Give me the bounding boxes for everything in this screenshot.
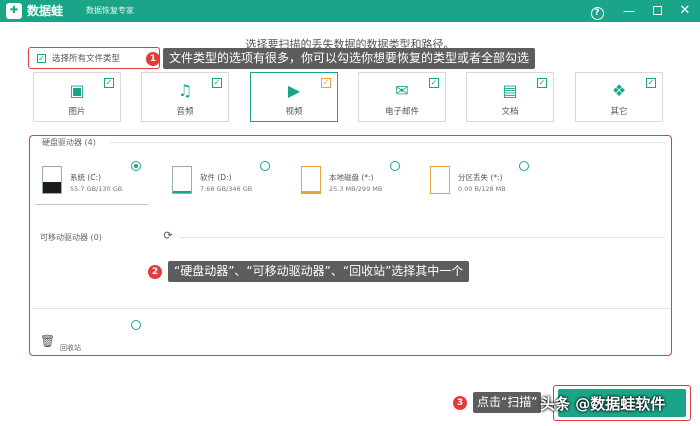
- divider: [31, 308, 670, 309]
- app-logo-icon: ✚: [6, 3, 22, 19]
- other-icon: ❖: [611, 81, 627, 100]
- drive-icon: [172, 166, 192, 194]
- app-subtitle: 数据恢复专家: [86, 6, 134, 15]
- file-type-video[interactable]: ▶ 视频 ✓: [250, 72, 338, 122]
- video-icon: ▶: [287, 81, 301, 100]
- file-type-image[interactable]: ▣ 图片 ✓: [33, 72, 121, 122]
- trash-icon[interactable]: 🗑: [40, 334, 55, 348]
- removable-drives-label: 可移动驱动器 (0): [40, 233, 102, 242]
- hard-drives-label: 硬盘驱动器 (4): [42, 138, 96, 147]
- drive-d-radio[interactable]: [260, 161, 270, 171]
- drive-local-radio[interactable]: [390, 161, 400, 171]
- app-name: 数据蛙: [27, 4, 64, 18]
- annotation-badge-2: 2: [148, 265, 162, 279]
- file-type-document[interactable]: ▤ 文档 ✓: [466, 72, 554, 122]
- close-icon: ✕: [679, 3, 691, 18]
- selected-underline: [36, 204, 148, 205]
- select-all-checkbox[interactable]: ✓ 选择所有文件类型: [28, 47, 160, 69]
- file-type-label: 电子邮件: [384, 107, 419, 117]
- file-type-label: 其它: [610, 107, 628, 117]
- maximize-icon: [652, 6, 662, 15]
- checkbox-icon[interactable]: ✓: [321, 78, 331, 88]
- email-icon: ✉: [395, 81, 409, 100]
- recycle-bin-label: 回收站: [60, 344, 81, 352]
- recycle-bin-radio[interactable]: [131, 320, 141, 330]
- annotation-badge-1: 1: [146, 52, 160, 66]
- drive-lost-radio[interactable]: [519, 161, 529, 171]
- file-type-label: 文档: [501, 107, 519, 117]
- drive-icon: [42, 166, 62, 194]
- annotation-1: 文件类型的选项有很多，你可以勾选你想要恢复的类型或者全部勾选: [163, 48, 536, 69]
- annotation-3: 点击“扫描”: [473, 392, 542, 413]
- drive-name: 软件 (D:): [200, 173, 232, 182]
- drive-name: 本地磁盘 (*:): [329, 173, 374, 182]
- file-type-label: 视频: [285, 107, 303, 117]
- drive-size: 55.7 GB/130 GB: [70, 185, 123, 193]
- drive-name: 分区丢失 (*:): [458, 173, 503, 182]
- title-bar: ✚ 数据蛙 数据恢复专家 ? — ✕: [0, 0, 700, 22]
- file-type-audio[interactable]: ♫ 音频 ✓: [141, 72, 229, 122]
- drive-d[interactable]: 软件 (D:) 7.68 GB/346 GB: [172, 166, 292, 202]
- minimize-button[interactable]: —: [620, 2, 638, 20]
- drive-icon: [301, 166, 321, 194]
- annotation-badge-3: 3: [453, 396, 467, 410]
- file-type-label: 图片: [68, 107, 86, 117]
- checkbox-icon: ✓: [37, 53, 46, 63]
- drive-icon: [430, 166, 450, 194]
- music-icon: ♫: [177, 81, 193, 100]
- divider: [180, 237, 665, 238]
- drive-c[interactable]: 系统 (C:) 55.7 GB/130 GB: [42, 166, 162, 202]
- file-type-label: 音频: [176, 107, 194, 117]
- help-button[interactable]: ?: [588, 2, 606, 20]
- help-icon: ?: [590, 7, 604, 20]
- document-icon: ▤: [502, 81, 518, 100]
- drive-c-radio[interactable]: [131, 161, 141, 171]
- annotation-2: “硬盘动器”、“可移动驱动器”、“回收站”选择其中一个: [168, 261, 470, 282]
- file-type-other[interactable]: ❖ 其它 ✓: [575, 72, 663, 122]
- watermark: 头条 @数据蛙软件: [540, 395, 666, 413]
- file-type-email[interactable]: ✉ 电子邮件 ✓: [358, 72, 446, 122]
- close-button[interactable]: ✕: [676, 2, 694, 20]
- minimize-icon: —: [623, 4, 635, 18]
- drive-usage-fill: [173, 191, 191, 193]
- drive-usage-fill: [302, 190, 320, 193]
- drive-size: 25.3 MB/299 MB: [329, 185, 383, 193]
- checkbox-icon[interactable]: ✓: [646, 78, 656, 88]
- drive-size: 0.00 B/128 MB: [458, 185, 506, 193]
- checkbox-icon[interactable]: ✓: [212, 78, 222, 88]
- drive-name: 系统 (C:): [70, 173, 101, 182]
- checkbox-icon[interactable]: ✓: [429, 78, 439, 88]
- maximize-button[interactable]: [648, 2, 666, 20]
- image-icon: ▣: [69, 81, 85, 100]
- drive-local[interactable]: 本地磁盘 (*:) 25.3 MB/299 MB: [301, 166, 421, 202]
- drive-size: 7.68 GB/346 GB: [200, 185, 253, 193]
- select-all-label: 选择所有文件类型: [52, 54, 121, 64]
- drive-lost-partition[interactable]: 分区丢失 (*:) 0.00 B/128 MB: [430, 166, 550, 202]
- checkbox-icon[interactable]: ✓: [104, 78, 114, 88]
- refresh-icon[interactable]: ⟳: [162, 230, 174, 242]
- drive-usage-fill: [43, 181, 61, 193]
- checkbox-icon[interactable]: ✓: [537, 78, 547, 88]
- divider: [110, 142, 665, 143]
